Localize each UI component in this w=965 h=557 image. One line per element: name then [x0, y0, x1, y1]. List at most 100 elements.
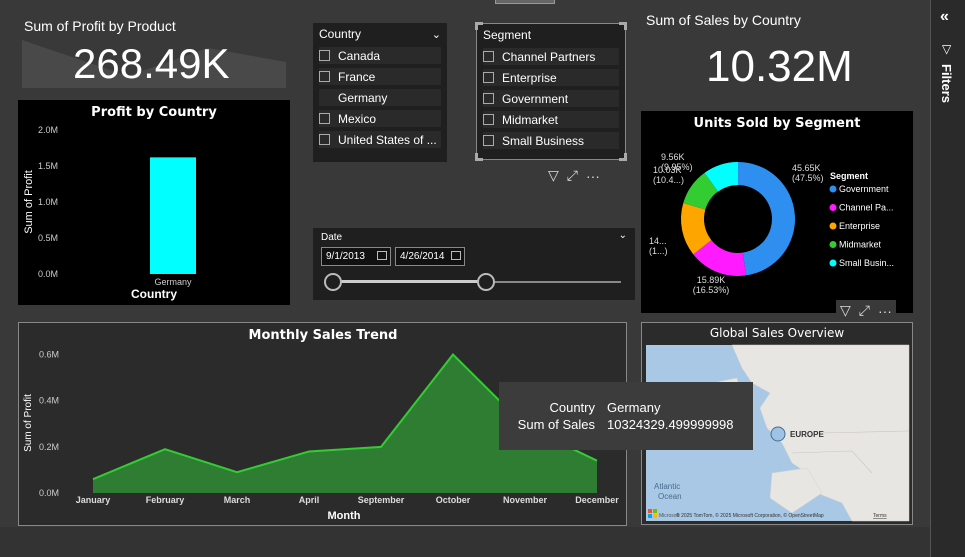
checkbox[interactable] — [319, 134, 330, 145]
date-range-end-handle[interactable] — [476, 273, 495, 291]
bottom-bar — [0, 527, 930, 557]
chart-title: Units Sold by Segment — [694, 116, 861, 131]
checkbox[interactable] — [319, 113, 330, 124]
filter-icon[interactable]: ▽ — [840, 302, 851, 319]
country-slicer-header: Country — [319, 27, 362, 41]
more-options-icon[interactable]: ··· — [878, 303, 892, 319]
legend-title: Segment — [830, 171, 868, 181]
bar[interactable] — [150, 157, 196, 274]
x-tick-label: April — [299, 495, 320, 505]
checkbox[interactable] — [483, 72, 494, 83]
country-slicer-item[interactable]: United States of ... — [319, 131, 441, 148]
tooltip: Country Germany Sum of Sales 10324329.49… — [499, 382, 753, 450]
y-tick-label: 0.5M — [38, 233, 58, 243]
slice-value-label: 15.89K — [697, 275, 726, 285]
segment-slicer-item[interactable]: Enterprise — [483, 69, 619, 86]
donut-slice[interactable] — [738, 162, 796, 276]
legend-item[interactable]: Enterprise — [839, 221, 880, 231]
kpi-sales-value: 10.32M — [706, 42, 853, 91]
segment-slicer-item[interactable]: Government — [483, 90, 619, 107]
slice-value-label: 9.56K — [661, 152, 685, 162]
resize-handle[interactable] — [475, 153, 483, 161]
page-tab-indicator[interactable] — [495, 0, 555, 4]
tooltip-value: 10324329.499999998 — [607, 417, 734, 432]
country-slicer-item[interactable]: Mexico — [319, 110, 441, 127]
y-tick-label: 1.5M — [38, 161, 58, 171]
date-range-start-handle[interactable] — [324, 273, 342, 291]
legend-item[interactable]: Midmarket — [839, 240, 882, 250]
segment-slicer-item-label: Government — [502, 91, 569, 106]
map-terms-link[interactable]: Terms — [873, 513, 887, 519]
checkbox[interactable] — [319, 50, 330, 61]
donut-toolbar: ▽ ⤢ ··· — [836, 300, 896, 321]
resize-handle[interactable] — [619, 22, 627, 30]
kpi-card-sales: Sum of Sales by Country 10.32M — [640, 6, 925, 96]
segment-slicer-item-label: Channel Partners — [502, 49, 596, 64]
microsoft-logo-icon — [648, 509, 652, 513]
filter-icon: ▽ — [942, 42, 952, 56]
resize-handle[interactable] — [619, 153, 627, 161]
collapse-chevron-icon[interactable]: « — [940, 8, 949, 26]
slice-percent-label: (9.95%) — [661, 162, 693, 172]
segment-slicer-item-label: Midmarket — [502, 112, 559, 127]
chevron-down-icon[interactable]: ⌄ — [619, 230, 627, 241]
units-by-segment-chart: Units Sold by Segment Segment 45.65K (47.… — [641, 111, 913, 313]
x-tick-label: November — [503, 495, 548, 505]
segment-slicer: Segment Channel Partners Enterprise Govern… — [475, 22, 627, 161]
segment-slicer-item[interactable]: Channel Partners — [483, 48, 619, 65]
tooltip-key: Country — [549, 400, 595, 415]
legend-item[interactable]: Small Busin... — [839, 258, 894, 268]
map-bubble-germany[interactable] — [770, 426, 786, 442]
country-slicer-item-label: Canada — [338, 48, 381, 63]
end-date-value: 4/26/2014 — [400, 251, 445, 262]
x-tick-label: Germany — [154, 277, 192, 287]
slice-value-label: 14... — [649, 236, 667, 246]
more-options-icon[interactable]: ··· — [586, 168, 600, 184]
start-date-value: 9/1/2013 — [326, 251, 365, 262]
end-date-input[interactable]: 4/26/2014 — [395, 247, 465, 266]
checkbox[interactable] — [319, 71, 330, 82]
segment-slicer-item-label: Enterprise — [502, 70, 557, 85]
y-axis-label: Sum of Profit — [23, 394, 34, 452]
chevron-down-icon[interactable]: ⌄ — [432, 28, 441, 41]
legend-marker — [829, 259, 837, 267]
kpi-profit-label: Sum of Profit by Product — [24, 18, 176, 34]
chart-title: Profit by Country — [91, 105, 217, 120]
focus-mode-icon[interactable]: ⤢ — [859, 302, 870, 319]
country-slicer-item-label: France — [338, 69, 376, 84]
country-slicer-item[interactable]: France — [319, 68, 441, 85]
y-tick-label: 1.0M — [38, 197, 58, 207]
x-tick-label: January — [76, 495, 111, 505]
checkbox[interactable] — [483, 93, 494, 104]
date-slicer-header: Date — [321, 232, 343, 243]
filters-pane[interactable]: « ▽ Filters — [930, 0, 965, 557]
segment-slicer-item[interactable]: Small Business — [483, 132, 619, 149]
checkbox[interactable] — [483, 135, 494, 146]
slice-percent-label: (47.5%) — [792, 173, 824, 183]
country-slicer-item[interactable]: Canada — [319, 47, 441, 64]
checkbox[interactable] — [483, 51, 494, 62]
legend-item[interactable]: Government — [839, 184, 889, 194]
units-by-segment-svg: Units Sold by Segment Segment 45.65K(47.… — [649, 116, 894, 295]
map-region-label: EUROPE — [790, 430, 824, 439]
resize-handle[interactable] — [475, 22, 483, 30]
start-date-input[interactable]: 9/1/2013 — [321, 247, 391, 266]
microsoft-logo-icon — [653, 514, 657, 518]
kpi-sales-label: Sum of Sales by Country — [646, 12, 801, 28]
slice-value-label: 45.65K — [792, 163, 821, 173]
segment-slicer-item[interactable]: Midmarket — [483, 111, 619, 128]
legend-item[interactable]: Channel Pa... — [839, 203, 894, 213]
country-slicer-item-label: Mexico — [338, 111, 377, 126]
focus-mode-icon[interactable]: ⤢ — [567, 167, 578, 184]
map-attribution[interactable]: © 2025 TomTom, © 2025 Microsoft Corporat… — [676, 512, 824, 519]
calendar-icon[interactable] — [451, 251, 461, 260]
x-tick-label: December — [575, 495, 619, 505]
x-axis-label: Month — [328, 510, 361, 522]
country-slicer-item[interactable]: Germany — [319, 89, 441, 106]
microsoft-logo-icon — [653, 509, 657, 513]
checkbox[interactable] — [319, 92, 330, 103]
slice-percent-label: (16.53%) — [693, 285, 730, 295]
checkbox[interactable] — [483, 114, 494, 125]
calendar-icon[interactable] — [377, 251, 387, 260]
filter-icon[interactable]: ▽ — [548, 167, 559, 184]
